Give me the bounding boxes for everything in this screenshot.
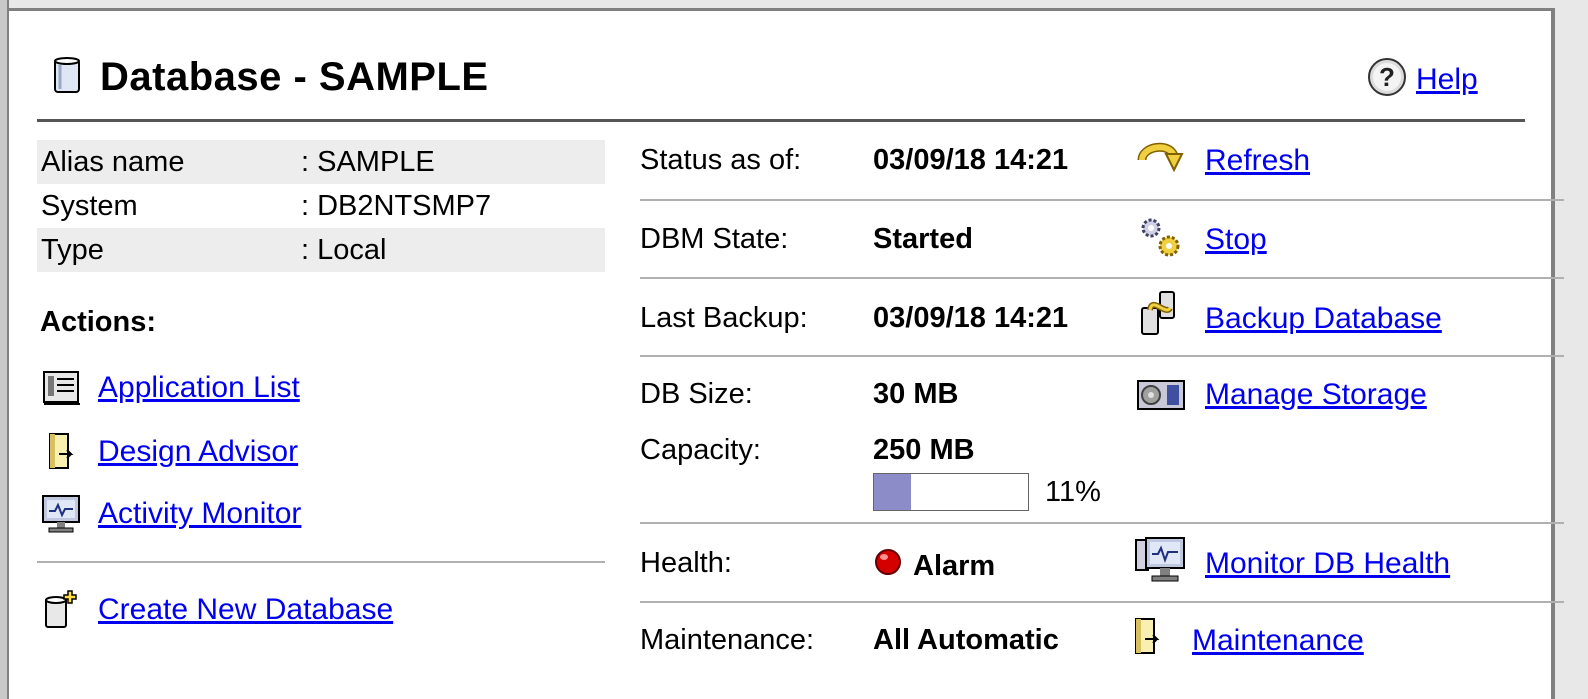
svg-text:?: ? xyxy=(1379,62,1395,92)
info-label: Type xyxy=(41,233,104,266)
dbm-state-label: DBM State: xyxy=(640,223,789,255)
capacity-value: 250 MB xyxy=(873,434,975,466)
backup-divider xyxy=(640,355,1564,357)
capacity-label: Capacity: xyxy=(640,434,761,466)
title-divider xyxy=(37,119,1525,122)
info-row-system: System : DB2NTSMP7 xyxy=(37,184,605,228)
help-link-group[interactable]: ? Help xyxy=(1366,56,1478,103)
monitor-db-health-link[interactable]: Monitor DB Health xyxy=(1205,547,1450,581)
database-icon xyxy=(52,55,82,100)
info-row-type: Type : Local xyxy=(37,228,605,272)
actions-heading: Actions: xyxy=(40,306,156,338)
capacity-divider xyxy=(640,522,1564,524)
action-create-new-database[interactable]: Create New Database xyxy=(40,590,393,630)
info-value: : Local xyxy=(301,233,387,266)
action-application-list[interactable]: Application List xyxy=(40,368,300,408)
application-list-icon[interactable] xyxy=(40,368,84,408)
window-left-border xyxy=(0,0,9,699)
info-label: System xyxy=(41,189,138,222)
capacity-percent: 11% xyxy=(1045,476,1101,508)
status-divider xyxy=(640,199,1564,201)
dbm-divider xyxy=(640,277,1564,279)
info-value: : SAMPLE xyxy=(301,145,435,178)
status-label: Status as of: xyxy=(640,144,802,176)
info-value: : DB2NTSMP7 xyxy=(301,189,492,222)
stop-link[interactable]: Stop xyxy=(1205,223,1267,257)
window-top-border xyxy=(9,0,1588,11)
health-label: Health: xyxy=(640,547,732,579)
refresh-link[interactable]: Refresh xyxy=(1205,144,1310,178)
refresh-icon[interactable] xyxy=(1133,136,1189,182)
create-database-icon[interactable] xyxy=(40,590,84,630)
info-label: Alias name xyxy=(41,145,185,178)
action-design-advisor[interactable]: Design Advisor xyxy=(40,432,298,472)
maintenance-icon[interactable] xyxy=(1120,614,1176,660)
help-icon[interactable]: ? xyxy=(1366,56,1408,103)
db-size-label: DB Size: xyxy=(640,378,753,410)
health-value: Alarm xyxy=(913,549,996,582)
alarm-icon xyxy=(873,547,903,585)
capacity-progress-fill xyxy=(874,474,912,510)
design-advisor-icon[interactable] xyxy=(40,432,84,472)
page-header: Database - SAMPLE xyxy=(52,52,489,102)
health-value-group: Alarm xyxy=(873,547,995,585)
maintenance-link[interactable]: Maintenance xyxy=(1192,624,1364,658)
database-info-table: Alias name : SAMPLE System : DB2NTSMP7 T… xyxy=(37,140,605,272)
status-value: 03/09/18 14:21 xyxy=(873,144,1069,176)
backup-database-link[interactable]: Backup Database xyxy=(1205,302,1442,336)
db-size-value: 30 MB xyxy=(873,378,959,410)
dbm-state-value: Started xyxy=(873,223,973,255)
window-right-gutter xyxy=(1555,8,1588,699)
action-activity-monitor[interactable]: Activity Monitor xyxy=(40,494,301,534)
gears-icon[interactable] xyxy=(1133,214,1189,260)
maintenance-label: Maintenance: xyxy=(640,624,815,656)
last-backup-value: 03/09/18 14:21 xyxy=(873,302,1069,334)
help-link[interactable]: Help xyxy=(1416,63,1478,97)
manage-storage-icon[interactable] xyxy=(1133,372,1189,418)
last-backup-label: Last Backup: xyxy=(640,302,808,334)
page-title: Database - SAMPLE xyxy=(100,54,489,99)
activity-monitor-link[interactable]: Activity Monitor xyxy=(98,497,301,531)
application-list-link[interactable]: Application List xyxy=(98,371,300,405)
backup-database-icon[interactable] xyxy=(1133,290,1189,336)
maintenance-value: All Automatic xyxy=(873,624,1059,656)
manage-storage-link[interactable]: Manage Storage xyxy=(1205,378,1427,412)
actions-divider xyxy=(37,561,605,563)
health-divider xyxy=(640,601,1564,603)
monitor-health-icon[interactable] xyxy=(1133,537,1189,584)
activity-monitor-icon[interactable] xyxy=(40,494,84,534)
capacity-progress-bar xyxy=(873,473,1029,511)
design-advisor-link[interactable]: Design Advisor xyxy=(98,435,298,469)
info-row-alias: Alias name : SAMPLE xyxy=(37,140,605,184)
create-new-database-link[interactable]: Create New Database xyxy=(98,593,393,627)
